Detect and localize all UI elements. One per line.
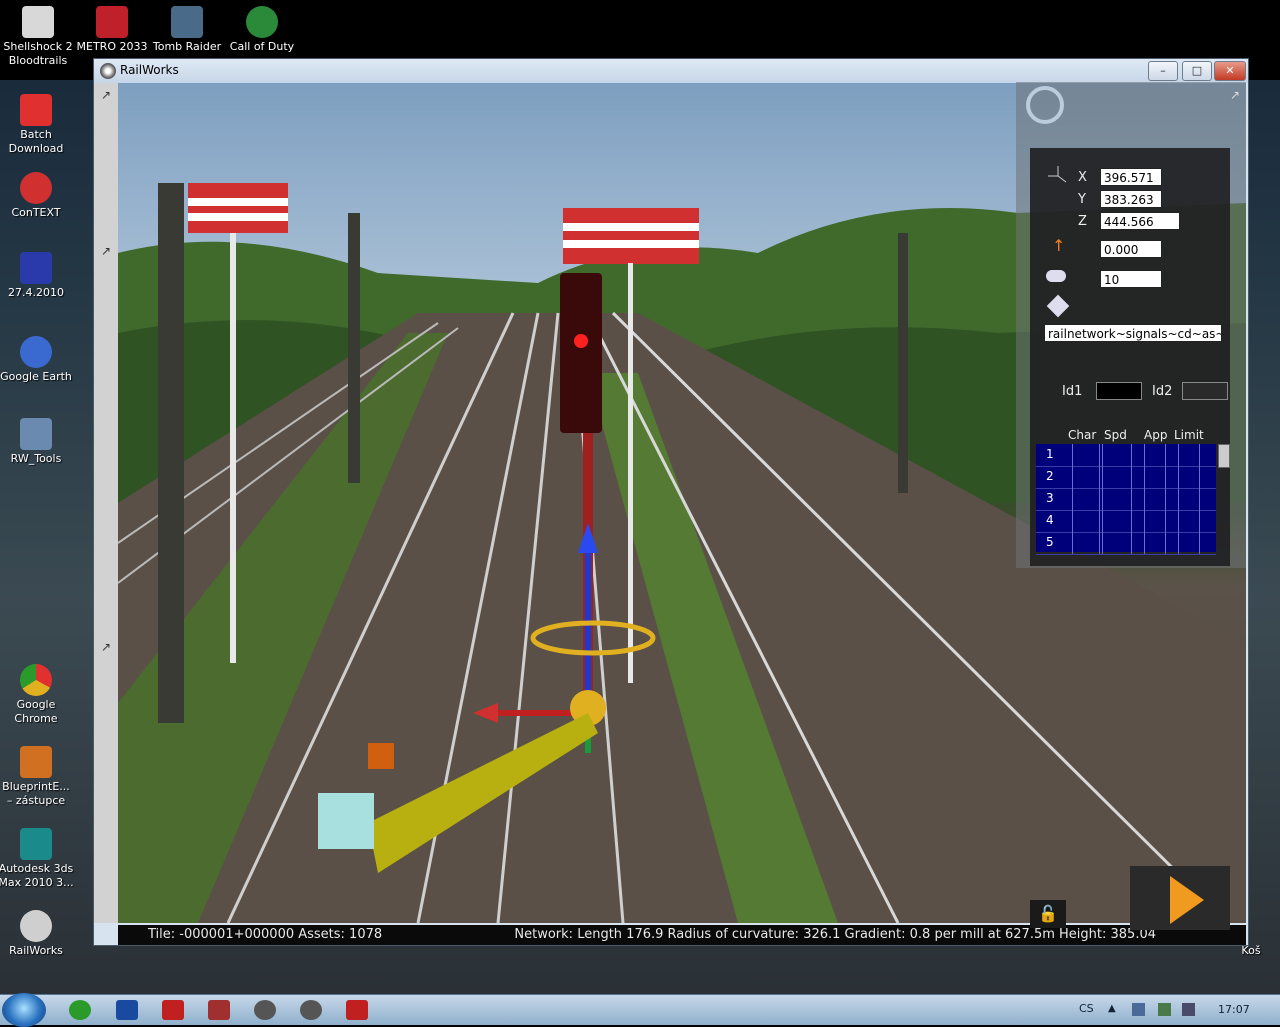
- railworks-logo-icon: [100, 63, 116, 79]
- google-earth-icon: [20, 336, 52, 368]
- window-title: RailWorks: [120, 63, 179, 77]
- close-button[interactable]: ✕: [1214, 61, 1246, 81]
- taskbar-app-icon[interactable]: [300, 1000, 322, 1020]
- column-header-spd: Spd: [1104, 428, 1127, 442]
- asset-name-field[interactable]: railnetwork~signals~cd~as~06: [1044, 324, 1222, 342]
- desktop-icon-batch-download[interactable]: Batch Download: [0, 94, 74, 156]
- table-row[interactable]: 4: [1036, 510, 1216, 533]
- height-field[interactable]: 0.000: [1100, 240, 1162, 258]
- column-header-limit: Limit: [1174, 428, 1204, 442]
- pin-icon[interactable]: ↗: [1230, 88, 1240, 102]
- y-label: Y: [1078, 192, 1086, 207]
- z-label: Z: [1078, 214, 1087, 229]
- signal-table[interactable]: 1 2 3 4 5: [1036, 444, 1216, 555]
- id2-label: Id2: [1152, 384, 1173, 399]
- taskbar-app-icon[interactable]: [254, 1000, 276, 1020]
- status-bar: Tile: -000001+000000 Assets: 1078 Networ…: [118, 925, 1246, 945]
- pin-icon[interactable]: ↗: [96, 85, 116, 105]
- desktop-icon-context[interactable]: ConTEXT: [0, 172, 74, 220]
- cube-icon: [1046, 294, 1070, 318]
- id1-field[interactable]: [1096, 382, 1142, 400]
- desktop-icon-3ds-max[interactable]: Autodesk 3ds Max 2010 3...: [0, 828, 74, 890]
- id2-field[interactable]: [1182, 382, 1228, 400]
- desktop-icon-27-4-2010[interactable]: 27.4.2010: [0, 252, 74, 300]
- unlock-icon[interactable]: 🔓: [1030, 900, 1066, 928]
- desktop-icon-recycle-bin[interactable]: Koš: [1222, 944, 1280, 958]
- x-coordinate-field[interactable]: 396.571: [1100, 168, 1162, 186]
- desktop-icon-rw-tools[interactable]: RW_Tools: [0, 418, 74, 466]
- folder-icon: [20, 252, 52, 284]
- table-row[interactable]: 3: [1036, 488, 1216, 511]
- axes-icon: [1048, 166, 1068, 186]
- scale-icon: [1046, 270, 1066, 282]
- height-arrow-icon: ↑: [1052, 236, 1066, 255]
- taskbar-app-icon[interactable]: [116, 1000, 138, 1020]
- context-icon: [20, 172, 52, 204]
- left-toolbar: ↗ ↗ ↗: [94, 83, 119, 923]
- desktop-icon-blueprint-editor[interactable]: BlueprintE... – zástupce: [0, 746, 74, 808]
- y-coordinate-field[interactable]: 383.263: [1100, 190, 1162, 208]
- railworks-icon: [20, 910, 52, 942]
- properties-panel: ↗ X 396.571 Y 383.263 Z 444.566 ↑ 0.000 …: [1016, 82, 1246, 568]
- download-icon: [20, 94, 52, 126]
- desktop-icon-google-earth[interactable]: Google Earth: [0, 336, 74, 384]
- column-header-app: App: [1144, 428, 1168, 442]
- status-network-info: Network: Length 176.9 Radius of curvatur…: [514, 927, 1156, 942]
- taskbar-app-icon[interactable]: [69, 1000, 91, 1020]
- metro-icon: [96, 6, 128, 38]
- desktop-icon-google-chrome[interactable]: Google Chrome: [0, 664, 74, 726]
- pin-icon[interactable]: ↗: [96, 241, 116, 261]
- pin-icon[interactable]: ↗: [96, 637, 116, 657]
- table-row[interactable]: 5: [1036, 532, 1216, 555]
- z-coordinate-field[interactable]: 444.566: [1100, 212, 1180, 230]
- title-bar[interactable]: RailWorks – □ ✕: [94, 59, 1248, 83]
- chrome-icon: [20, 664, 52, 696]
- taskbar-app-icon[interactable]: [208, 1000, 230, 1020]
- desktop-icon-shellshock[interactable]: Shellshock 2 Bloodtrails: [0, 6, 76, 68]
- desktop-icon-call-of-duty[interactable]: Call of Duty: [224, 6, 300, 54]
- status-tile-assets: Tile: -000001+000000 Assets: 1078: [148, 927, 383, 942]
- skull-icon: [22, 6, 54, 38]
- tomb-raider-icon: [171, 6, 203, 38]
- desktop-icon-railworks[interactable]: RailWorks: [0, 910, 74, 958]
- properties-content: X 396.571 Y 383.263 Z 444.566 ↑ 0.000 10…: [1030, 148, 1230, 566]
- language-indicator[interactable]: CS: [1079, 1002, 1094, 1015]
- start-button[interactable]: [2, 993, 46, 1027]
- tray-expand-icon[interactable]: ▲: [1108, 1003, 1121, 1016]
- table-row[interactable]: 1: [1036, 444, 1216, 467]
- 3ds-max-icon: [20, 828, 52, 860]
- clock[interactable]: 17:07: [1218, 1003, 1250, 1016]
- table-row[interactable]: 2: [1036, 466, 1216, 489]
- action-center-icon[interactable]: [1158, 1003, 1171, 1016]
- taskbar-app-icon[interactable]: [346, 1000, 368, 1020]
- tools-icon: [20, 418, 52, 450]
- call-of-duty-icon: [246, 6, 278, 38]
- desktop-icon-metro2033[interactable]: METRO 2033: [74, 6, 150, 54]
- network-icon[interactable]: [1132, 1003, 1145, 1016]
- volume-icon[interactable]: [1182, 1003, 1195, 1016]
- id1-label: Id1: [1062, 384, 1083, 399]
- desktop-icon-tomb-raider[interactable]: Tomb Raider: [149, 6, 225, 54]
- maximize-button[interactable]: □: [1182, 61, 1212, 81]
- blueprint-icon: [20, 746, 52, 778]
- play-button[interactable]: [1130, 866, 1230, 930]
- search-icon[interactable]: [1026, 86, 1064, 124]
- taskbar: CS ▲ 17:07: [0, 993, 1280, 1027]
- column-header-char: Char: [1068, 428, 1097, 442]
- minimize-button[interactable]: –: [1148, 61, 1178, 81]
- table-scrollbar[interactable]: [1218, 444, 1230, 468]
- taskbar-app-icon[interactable]: [162, 1000, 184, 1020]
- scale-field[interactable]: 10: [1100, 270, 1162, 288]
- x-label: X: [1078, 170, 1087, 185]
